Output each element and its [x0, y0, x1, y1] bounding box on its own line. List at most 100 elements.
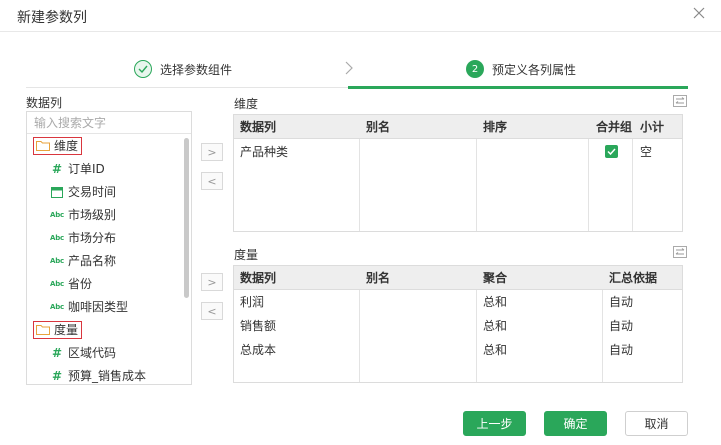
- summary-basis-cell[interactable]: 自动: [603, 290, 633, 314]
- ok-button[interactable]: 确定: [544, 411, 607, 436]
- scrollbar-thumb[interactable]: [184, 138, 189, 298]
- dimension-table-header: 数据列 别名 排序 合并组 小计: [234, 115, 682, 139]
- tree-field-label: 预算_销售成本: [68, 369, 147, 383]
- cancel-button[interactable]: 取消: [625, 411, 688, 436]
- search-input[interactable]: [27, 112, 191, 134]
- column-divider: [588, 139, 589, 231]
- chevron-right-icon: >: [207, 145, 217, 159]
- dimension-section-label: 维度: [234, 97, 259, 111]
- chevron-right-icon: [344, 61, 354, 78]
- alias-cell[interactable]: [360, 338, 476, 362]
- measure-section-label: 度量: [234, 248, 259, 262]
- step-2-number: 2: [466, 60, 484, 78]
- add-measure-button[interactable]: >: [201, 273, 223, 291]
- dialog-title: 新建参数列: [17, 10, 87, 26]
- tree-field[interactable]: # 订单ID: [27, 157, 191, 180]
- tree-field-label: 产品名称: [68, 254, 117, 268]
- tree-field[interactable]: Abc 产品名称: [27, 249, 191, 272]
- table-cell[interactable]: 利润: [234, 290, 264, 314]
- column-header: 排序: [483, 120, 508, 134]
- add-dimension-button[interactable]: >: [201, 143, 223, 161]
- close-icon: [693, 7, 705, 19]
- dimension-table: 数据列 别名 排序 合并组 小计 产品种类 空: [233, 114, 683, 232]
- data-columns-panel: 维度 # 订单ID 交易时间 Abc 市场级别 Abc 市场分布 Abc 产品名…: [26, 111, 192, 385]
- measure-table: 数据列 别名 聚合 汇总依据 利润 总和 自动 销售额 总和 自动 总成本 总和…: [233, 265, 683, 383]
- step-indicator: 选择参数组件 2 预定义各列属性: [26, 52, 688, 90]
- step-2-label: 预定义各列属性: [492, 62, 577, 77]
- merge-group-checkbox[interactable]: [605, 145, 618, 158]
- table-cell[interactable]: 产品种类: [234, 140, 288, 164]
- check-circle-icon: [134, 60, 152, 78]
- number-field-icon: #: [51, 345, 63, 360]
- summary-basis-cell[interactable]: 自动: [603, 338, 633, 362]
- tree-field[interactable]: # 预算_销售成本: [27, 364, 191, 384]
- aggregate-cell[interactable]: 总和: [477, 338, 507, 362]
- column-header: 小计: [640, 120, 665, 134]
- remove-measure-button[interactable]: <: [201, 302, 223, 320]
- column-header: 数据列: [240, 120, 277, 134]
- text-field-icon: Abc: [50, 256, 64, 265]
- prev-step-button[interactable]: 上一步: [463, 411, 526, 436]
- group-highlight: 度量: [33, 320, 83, 339]
- tree-field[interactable]: Abc 省份: [27, 272, 191, 295]
- table-cell[interactable]: 总成本: [234, 338, 276, 362]
- tree-field-label: 省份: [68, 277, 93, 291]
- text-field-icon: Abc: [50, 279, 64, 288]
- step-track: [26, 87, 348, 88]
- column-header: 数据列: [240, 271, 277, 285]
- tree-field[interactable]: Abc 咖啡因类型: [27, 295, 191, 318]
- check-icon: [607, 148, 616, 155]
- alias-cell[interactable]: [360, 140, 476, 164]
- chevron-left-icon: <: [207, 174, 217, 188]
- swap-icon[interactable]: [673, 95, 687, 107]
- text-field-icon: Abc: [50, 210, 64, 219]
- remove-dimension-button[interactable]: <: [201, 172, 223, 190]
- tree-field[interactable]: Abc 市场级别: [27, 203, 191, 226]
- data-columns-label: 数据列: [26, 96, 63, 110]
- tree-field[interactable]: Abc 市场分布: [27, 226, 191, 249]
- chevron-left-icon: <: [207, 304, 217, 318]
- column-divider: [632, 139, 633, 231]
- step-2[interactable]: 2 预定义各列属性: [466, 52, 576, 86]
- column-header: 别名: [366, 271, 391, 285]
- group-highlight: 维度: [33, 136, 83, 155]
- step-1[interactable]: 选择参数组件: [134, 52, 232, 86]
- step-active-bar: [348, 86, 688, 89]
- field-tree: 维度 # 订单ID 交易时间 Abc 市场级别 Abc 市场分布 Abc 产品名…: [27, 134, 191, 384]
- tree-group-measure[interactable]: 度量: [27, 318, 191, 341]
- folder-icon: [36, 325, 50, 335]
- tree-group-dimension[interactable]: 维度: [27, 134, 191, 157]
- tree-field-label: 市场级别: [68, 208, 117, 222]
- calendar-icon: [50, 186, 64, 198]
- text-field-icon: Abc: [50, 302, 64, 311]
- column-header: 汇总依据: [609, 271, 658, 285]
- column-header: 聚合: [483, 271, 508, 285]
- tree-field-label: 订单ID: [68, 162, 105, 176]
- tree-field-label: 市场分布: [68, 231, 117, 245]
- measure-table-header: 数据列 别名 聚合 汇总依据: [234, 266, 682, 290]
- table-cell[interactable]: 销售额: [234, 314, 276, 338]
- tree-group-label: 维度: [54, 139, 79, 153]
- tree-field-label: 区域代码: [68, 346, 117, 360]
- summary-basis-cell[interactable]: 自动: [603, 314, 633, 338]
- folder-icon: [36, 141, 50, 151]
- tree-field[interactable]: # 区域代码: [27, 341, 191, 364]
- alias-cell[interactable]: [360, 290, 476, 314]
- step-1-label: 选择参数组件: [160, 62, 233, 77]
- tree-group-label: 度量: [54, 323, 79, 337]
- subtotal-cell[interactable]: 空: [634, 140, 652, 164]
- number-field-icon: #: [51, 368, 63, 383]
- sort-cell[interactable]: [477, 140, 587, 164]
- text-field-icon: Abc: [50, 233, 64, 242]
- number-field-icon: #: [51, 161, 63, 176]
- aggregate-cell[interactable]: 总和: [477, 314, 507, 338]
- tree-field-label: 交易时间: [68, 185, 117, 199]
- close-button[interactable]: [691, 5, 707, 21]
- tree-field[interactable]: 交易时间: [27, 180, 191, 203]
- title-divider: [0, 31, 721, 32]
- aggregate-cell[interactable]: 总和: [477, 290, 507, 314]
- tree-field-label: 咖啡因类型: [68, 300, 129, 314]
- swap-icon[interactable]: [673, 246, 687, 258]
- column-header: 合并组: [596, 120, 633, 134]
- alias-cell[interactable]: [360, 314, 476, 338]
